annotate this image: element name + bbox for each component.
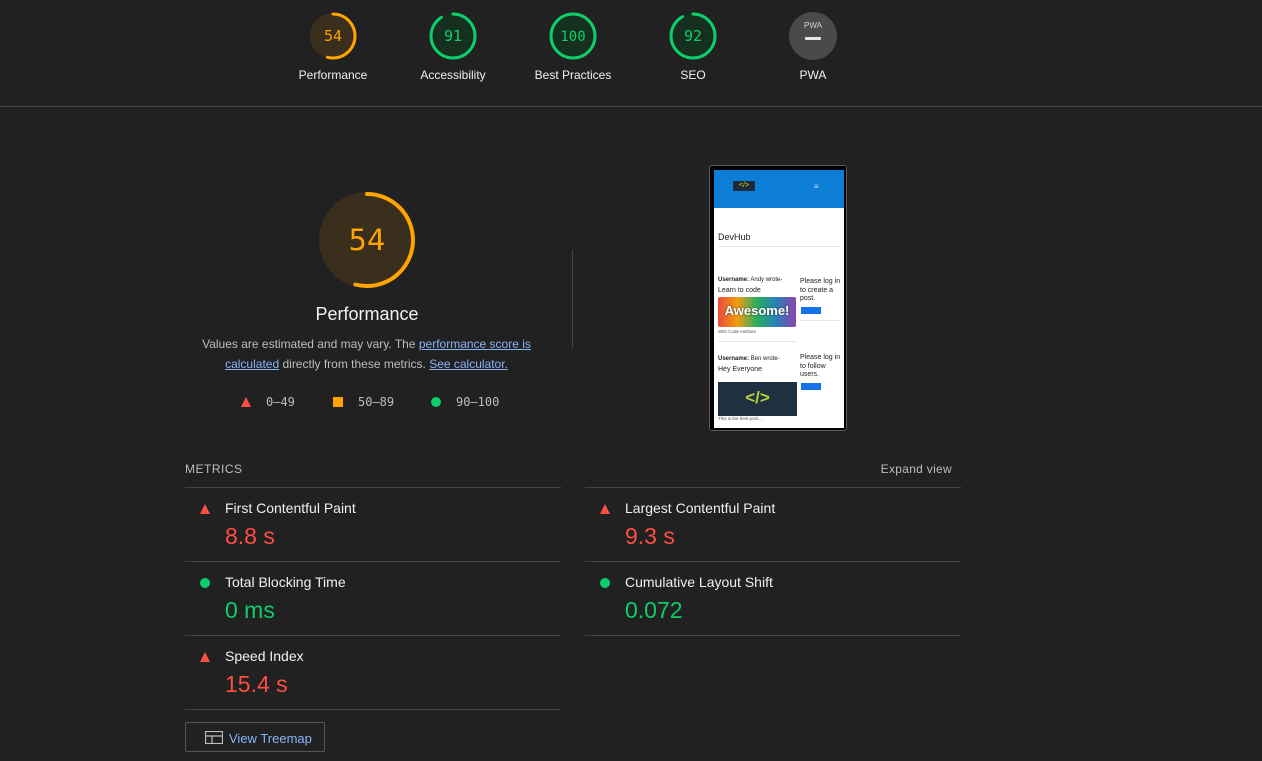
triangle-icon <box>241 397 251 407</box>
performance-title: Performance <box>315 304 419 324</box>
gauge-performance[interactable]: 54 Performance <box>273 11 393 82</box>
metric-value: 8.8 s <box>225 523 275 549</box>
screenshot-post2-image: </> <box>718 382 797 416</box>
metric-name: Largest Contentful Paint <box>625 500 776 516</box>
performance-desc-middle: directly from these metrics. <box>279 357 430 371</box>
section-divider <box>572 250 573 348</box>
gauge-seo-score: 92 <box>684 27 702 45</box>
triangle-icon <box>600 504 610 514</box>
triangle-icon <box>200 504 210 514</box>
metric-first-contentful-paint: First Contentful Paint 8.8 s <box>185 487 561 561</box>
gauge-accessibility-ring: 91 <box>429 12 477 60</box>
screenshot-post1-footer: With Code Institute <box>718 329 757 334</box>
gauge-best-practices-label: Best Practices <box>534 68 612 82</box>
performance-desc-prefix: Values are estimated and may vary. The <box>202 337 419 351</box>
metric-largest-contentful-paint: Largest Contentful Paint 9.3 s <box>585 487 961 562</box>
screenshot-login-button <box>801 383 821 390</box>
screenshot-post1-user: Username: Andy wrote- <box>718 277 783 283</box>
gauge-best-practices[interactable]: 100 Best Practices <box>513 11 633 82</box>
screenshot-logo: </> <box>733 181 755 191</box>
gauge-best-practices-score: 100 <box>560 29 585 45</box>
final-screenshot[interactable]: </> ≡ DevHub Username: Andy wrote- Learn… <box>709 165 847 431</box>
screenshot-post2-footer: This is the best post.... <box>718 416 764 421</box>
circle-icon <box>200 578 210 588</box>
metrics-heading: METRICS <box>185 462 243 476</box>
metric-speed-index: Speed Index 15.4 s <box>185 635 561 710</box>
screenshot-login-button <box>801 307 821 314</box>
metric-name: Speed Index <box>225 648 304 664</box>
see-calculator-link[interactable]: See calculator. <box>429 357 508 371</box>
category-gauges-bar: 54 Performance 91 Accessibility 100 Best… <box>0 0 1262 107</box>
metric-name: Total Blocking Time <box>225 574 346 590</box>
triangle-icon <box>200 652 210 662</box>
metric-name: First Contentful Paint <box>225 500 356 516</box>
metric-value: 0 ms <box>225 597 275 623</box>
performance-big-gauge: 54 <box>319 192 415 288</box>
gauge-accessibility-score: 91 <box>444 27 462 45</box>
gauge-seo[interactable]: 92 SEO <box>633 11 753 82</box>
screenshot-side2: Please log in to follow users. <box>800 354 841 378</box>
pwa-dash-icon <box>805 37 821 40</box>
screenshot-divider <box>718 341 796 342</box>
circle-icon <box>600 578 610 588</box>
screenshot-divider <box>718 246 840 247</box>
metric-value: 0.072 <box>625 597 683 623</box>
screenshot-post2-text: Hey Everyone <box>718 366 762 373</box>
gauge-accessibility[interactable]: 91 Accessibility <box>393 11 513 82</box>
gauge-seo-ring: 92 <box>669 12 717 60</box>
treemap-icon <box>205 731 223 744</box>
metric-total-blocking-time: Total Blocking Time 0 ms <box>185 561 561 635</box>
pwa-badge-text: PWA <box>804 21 823 30</box>
hamburger-menu-icon: ≡ <box>814 182 819 191</box>
gauge-seo-label: SEO <box>680 68 706 82</box>
gauge-performance-score: 54 <box>324 27 342 45</box>
view-treemap-label: View Treemap <box>229 731 312 746</box>
pwa-badge-icon: PWA <box>789 12 837 60</box>
legend-pass-range: 90–100 <box>456 395 500 409</box>
metric-value: 15.4 s <box>225 671 288 697</box>
gauge-performance-label: Performance <box>298 68 368 82</box>
screenshot-screen: </> ≡ DevHub Username: Andy wrote- Learn… <box>714 170 844 428</box>
performance-description: Values are estimated and may vary. The p… <box>190 334 543 374</box>
screenshot-post1-image: Awesome! <box>718 297 796 327</box>
expand-view-toggle[interactable]: Expand view <box>862 462 952 476</box>
square-icon <box>333 397 343 407</box>
view-treemap-button[interactable]: View Treemap <box>185 722 325 752</box>
metric-name: Cumulative Layout Shift <box>625 574 773 590</box>
screenshot-divider <box>800 320 840 321</box>
performance-big-score: 54 <box>349 223 386 257</box>
circle-icon <box>431 397 441 407</box>
gauge-pwa[interactable]: PWA PWA <box>753 11 873 82</box>
screenshot-side1: Please log in to create a post. <box>800 278 841 302</box>
gauge-accessibility-label: Accessibility <box>420 68 486 82</box>
screenshot-post1-text: Learn to code <box>718 287 761 294</box>
screenshot-post2-user: Username: Ben wrote- <box>718 356 780 362</box>
screenshot-header: </> ≡ <box>714 170 844 208</box>
screenshot-brand: DevHub <box>718 232 751 242</box>
metric-value: 9.3 s <box>625 523 675 549</box>
legend-average-range: 50–89 <box>358 395 395 409</box>
metric-cumulative-layout-shift: Cumulative Layout Shift 0.072 <box>585 561 961 636</box>
gauge-pwa-label: PWA <box>799 68 827 82</box>
legend-fail-range: 0–49 <box>266 395 295 409</box>
gauge-performance-ring: 54 <box>309 12 357 60</box>
gauge-best-practices-ring: 100 <box>549 12 597 60</box>
